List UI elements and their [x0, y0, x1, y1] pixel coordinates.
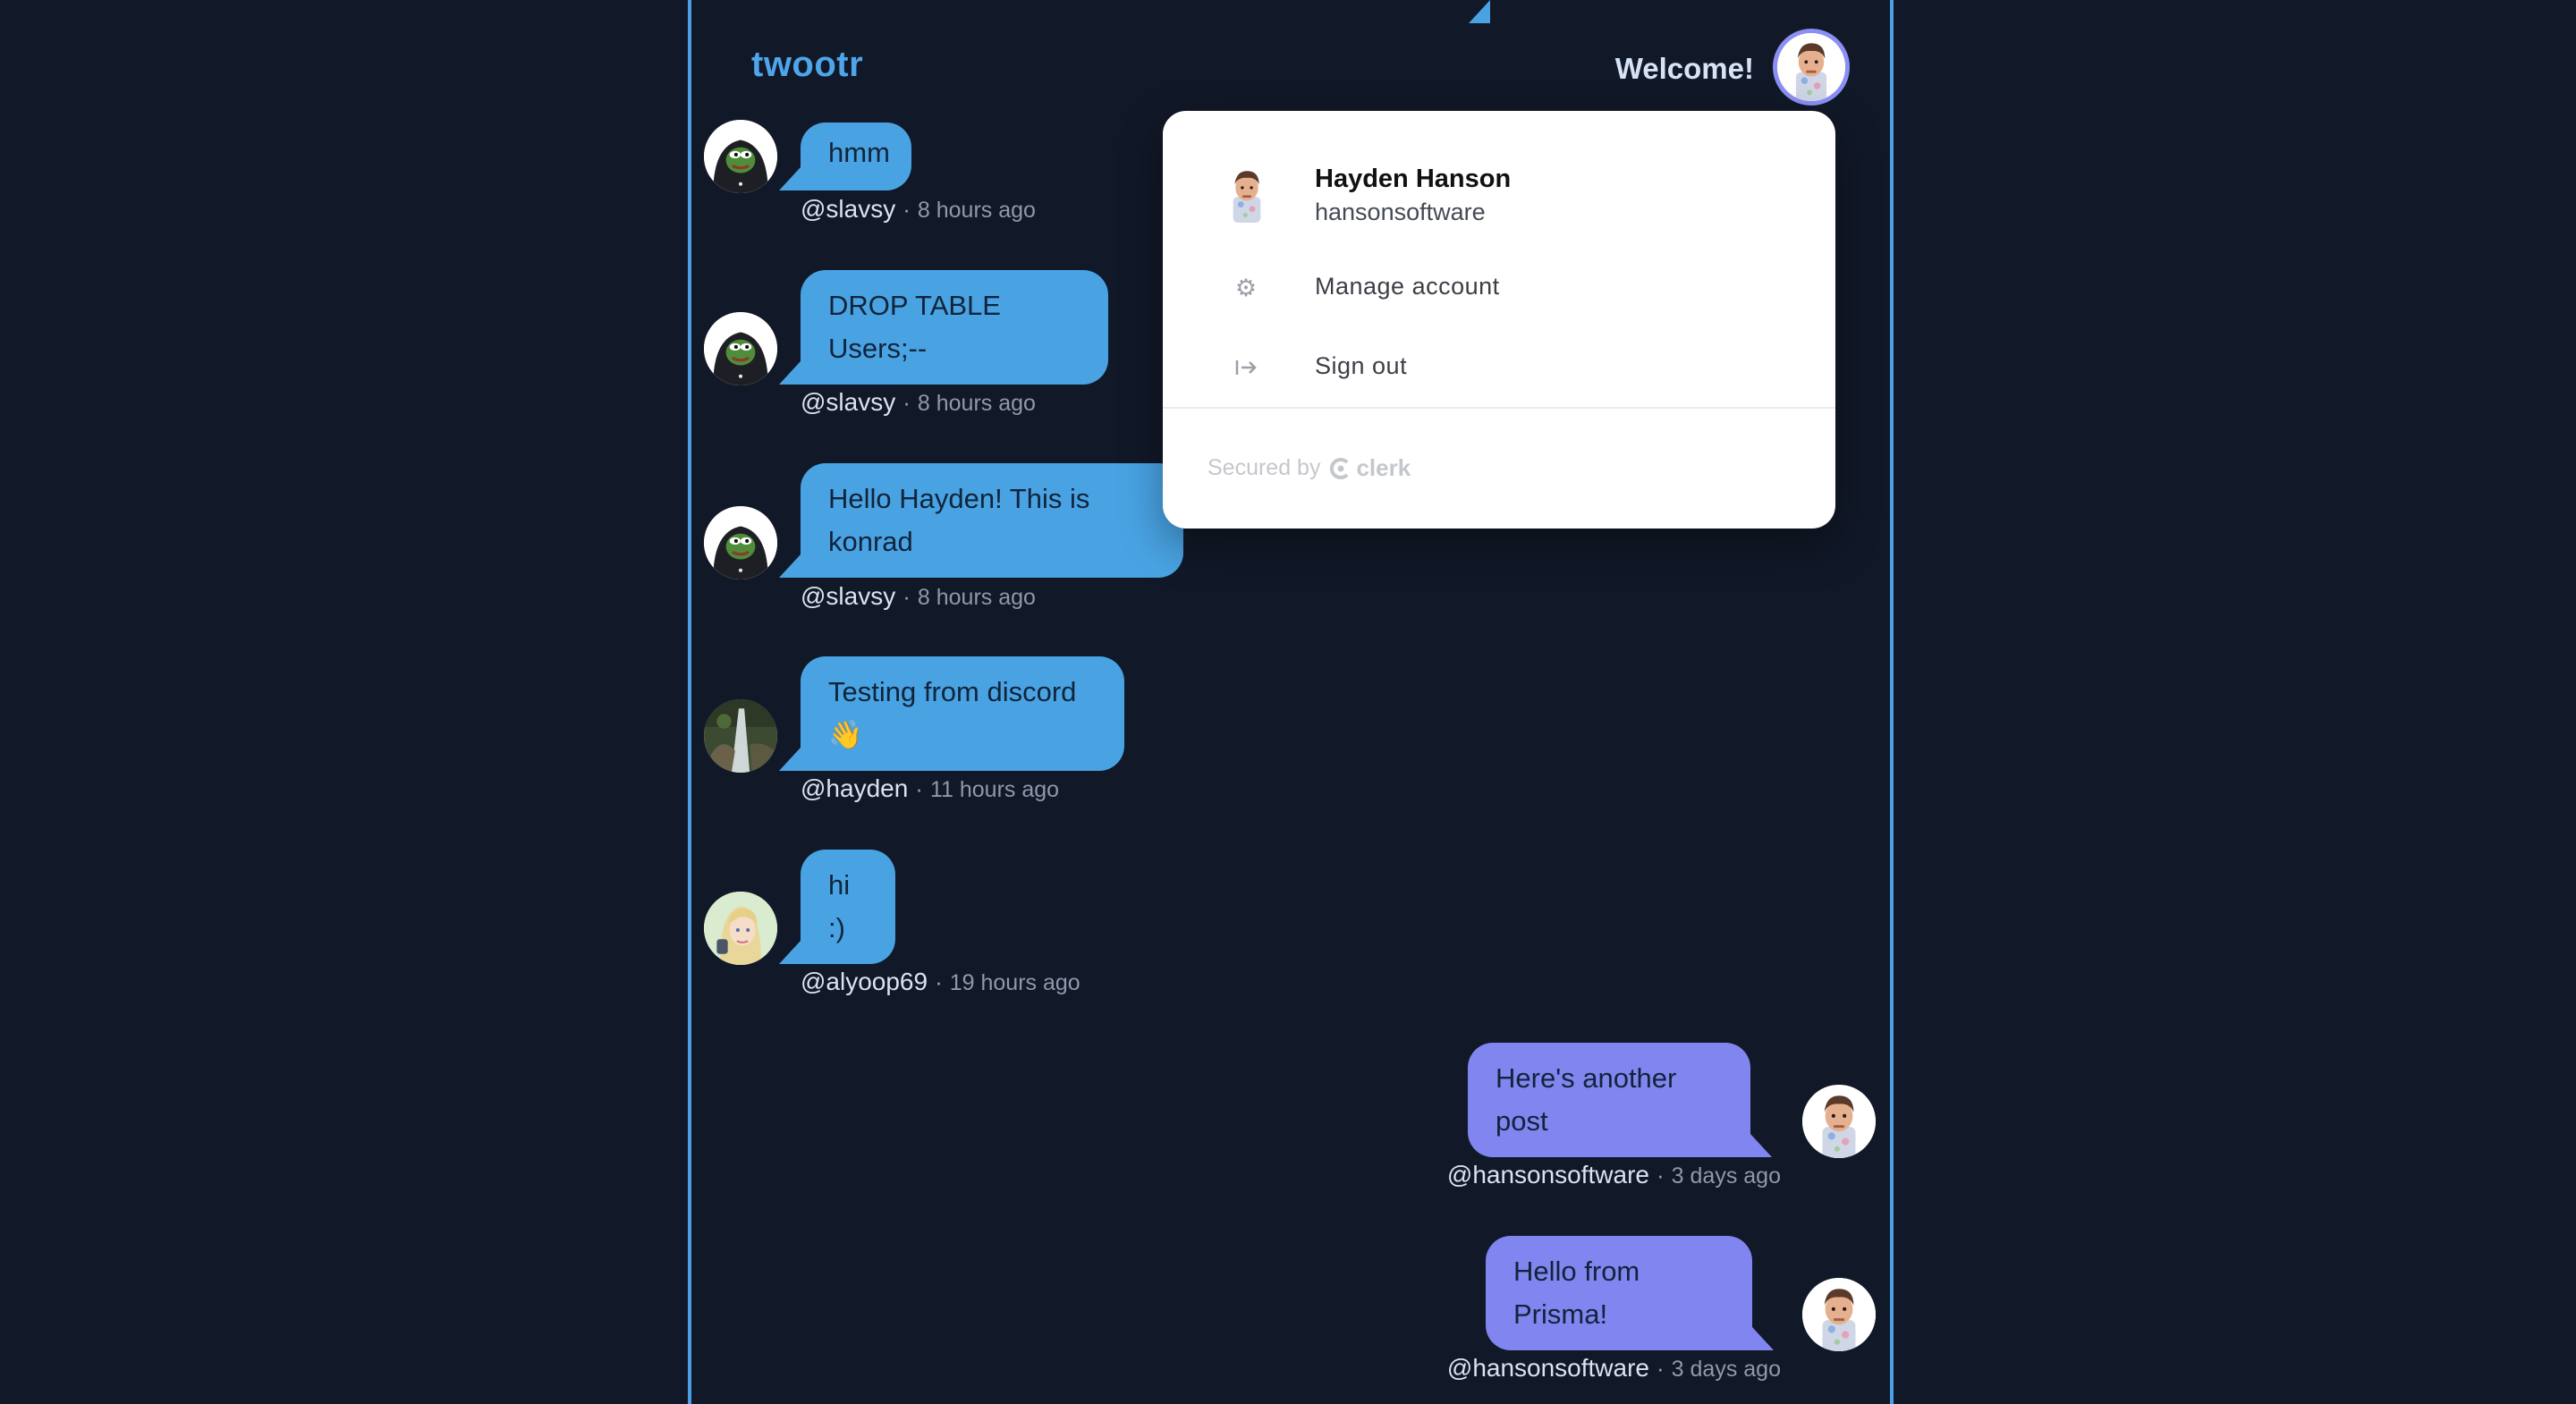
message-text: post	[1496, 1105, 1548, 1137]
message-text: hmm	[828, 137, 890, 168]
message-time: 8 hours ago	[917, 198, 1036, 223]
avatar	[704, 506, 777, 579]
clerk-logo[interactable]: clerk	[1329, 454, 1411, 482]
message-meta: @slavsy · 8 hours ago	[801, 582, 1036, 610]
welcome-text: Welcome!	[1614, 52, 1754, 85]
secured-by-footer: Secured by clerk	[1208, 454, 1411, 482]
avatar	[704, 892, 777, 965]
message-meta: @slavsy · 8 hours ago	[801, 195, 1036, 223]
message-bubble: Testing from discord 👋	[801, 656, 1124, 771]
avatar	[704, 312, 777, 385]
menu-divider	[1163, 407, 1835, 409]
message-handle[interactable]: @slavsy	[801, 582, 895, 610]
message-meta: @hayden · 11 hours ago	[801, 774, 1060, 802]
message-handle[interactable]: @alyoop69	[801, 968, 928, 995]
message-time: 3 days ago	[1671, 1163, 1781, 1188]
message-time: 8 hours ago	[917, 585, 1036, 610]
message-meta: @slavsy · 8 hours ago	[801, 388, 1036, 416]
message-meta: @hansonsoftware · 3 days ago	[1446, 1354, 1781, 1382]
message-handle[interactable]: @slavsy	[801, 388, 895, 416]
message-handle[interactable]: @hansonsoftware	[1447, 1161, 1649, 1188]
menu-username: hansonsoftware	[1315, 199, 1486, 225]
message-meta: @hansonsoftware · 3 days ago	[1446, 1161, 1781, 1188]
bubble-tail	[779, 941, 801, 964]
manage-account-button[interactable]: ⚙ Manage account	[1163, 257, 1835, 319]
message-time: 8 hours ago	[917, 391, 1036, 416]
message-meta: @alyoop69 · 19 hours ago	[801, 968, 1080, 995]
message-text: DROP TABLE	[828, 290, 1001, 321]
message-text: :)	[828, 912, 845, 943]
gear-icon: ⚙	[1234, 275, 1258, 301]
message-time: 19 hours ago	[949, 970, 1080, 995]
manage-account-label: Manage account	[1315, 273, 1500, 300]
message-bubble: Hello Hayden! This is konrad	[801, 463, 1183, 578]
message-bubble: DROP TABLE Users;--	[801, 270, 1108, 385]
menu-avatar	[1216, 156, 1277, 228]
clerk-logo-icon	[1330, 457, 1349, 479]
avatar	[704, 120, 777, 193]
message-text: Prisma!	[1513, 1298, 1608, 1330]
avatar	[1802, 1085, 1876, 1158]
brand-logo-text[interactable]: twootr	[751, 45, 863, 85]
user-menu-popover: Hayden Hanson hansonsoftware ⚙ Manage ac…	[1163, 111, 1835, 529]
avatar	[1802, 1278, 1876, 1351]
user-avatar-button[interactable]	[1777, 33, 1845, 101]
message-text: Testing from discord	[828, 676, 1077, 707]
sign-out-icon	[1233, 354, 1259, 381]
user-avatar-image	[1777, 33, 1845, 101]
sign-out-button[interactable]: Sign out	[1163, 336, 1835, 399]
message-text: hi	[828, 869, 851, 901]
bubble-tail	[779, 167, 801, 190]
avatar	[704, 699, 777, 773]
bubble-tail	[779, 748, 801, 771]
sign-out-label: Sign out	[1315, 352, 1408, 379]
message-text: Hello Hayden! This is	[828, 483, 1090, 514]
message-handle[interactable]: @hansonsoftware	[1447, 1354, 1649, 1382]
message-time: 3 days ago	[1671, 1357, 1781, 1382]
bubble-tail	[779, 554, 801, 578]
message-bubble: hmm	[801, 123, 911, 190]
message-text: Hello from	[1513, 1256, 1640, 1287]
message-text: konrad	[828, 526, 913, 557]
message-bubble: hi :)	[801, 850, 895, 964]
message-bubble: Hello from Prisma!	[1486, 1236, 1752, 1350]
message-time: 11 hours ago	[929, 777, 1060, 802]
message-handle[interactable]: @hayden	[801, 774, 908, 802]
message-text: Users;--	[828, 333, 928, 364]
message-handle[interactable]: @slavsy	[801, 195, 895, 223]
bubble-tail	[1750, 1134, 1772, 1157]
message-bubble: Here's another post	[1468, 1043, 1750, 1157]
message-text: 👋	[828, 719, 863, 750]
bubble-tail	[1469, 0, 1490, 23]
bubble-tail	[779, 361, 801, 385]
secured-by-text: Secured by	[1208, 455, 1321, 480]
menu-user-name: Hayden Hanson	[1315, 165, 1512, 193]
message-text: Here's another	[1496, 1062, 1677, 1094]
clerk-logo-text: clerk	[1356, 454, 1411, 481]
bubble-tail	[1752, 1327, 1774, 1350]
